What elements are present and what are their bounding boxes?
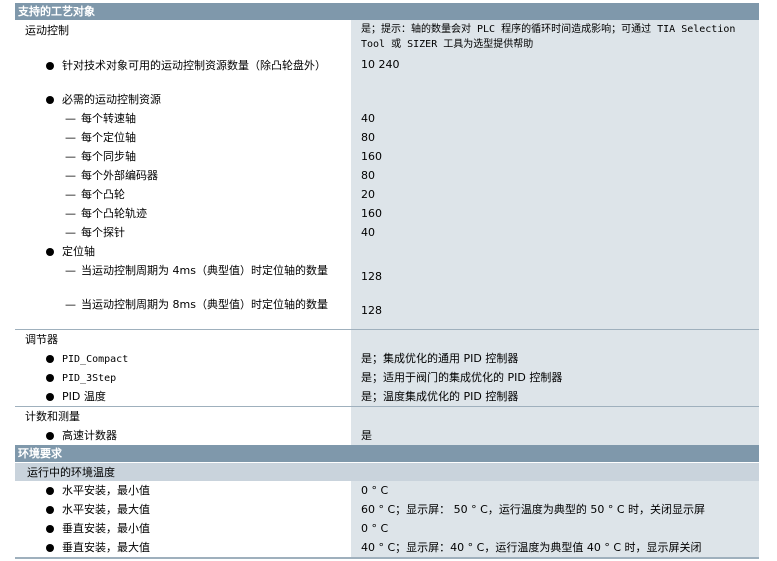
bullet-icon: [46, 525, 54, 533]
spec-value: 128: [361, 270, 382, 283]
motion-control-value: 是；提示：轴的数量会对 PLC 程序的循环时间造成影响；可通过 TIA Sele…: [361, 24, 736, 50]
spec-value: 40 ° C；显示屏：40 ° C，运行温度为典型值 40 ° C 时，显示屏关…: [361, 541, 702, 554]
sub-header-ambient-temperature: 运行中的环境温度: [15, 462, 759, 481]
spec-label: 每个外部编码器: [81, 169, 158, 182]
spec-row: 水平安装，最小值 0 ° C: [15, 481, 759, 500]
spec-table: 支持的工艺对象 运动控制 是；提示：轴的数量会对 PLC 程序的循环时间造成影响…: [15, 3, 759, 559]
spec-label: 必需的运动控制资源: [62, 93, 161, 106]
bullet-icon: [46, 544, 54, 552]
spec-row: — 每个同步轴 160: [65, 150, 382, 163]
bullet-icon: [46, 506, 54, 514]
spec-value: 128: [361, 304, 382, 317]
spec-value: 160: [361, 150, 382, 163]
spec-row: 必需的运动控制资源: [15, 90, 759, 109]
spec-label: 针对技术对象可用的运动控制资源数量（除凸轮盘外）: [62, 59, 326, 72]
spec-row: PID_Compact 是；集成优化的通用 PID 控制器: [15, 349, 759, 368]
spec-label: 垂直安装，最大值: [62, 541, 150, 554]
spec-value: 40: [361, 226, 375, 239]
spec-label: PID_3Step: [62, 373, 117, 384]
spec-row: — 每个凸轮 20: [65, 188, 375, 201]
bullet-icon: [46, 432, 54, 440]
bullet-icon: [46, 355, 54, 363]
spec-row: 高速计数器 是: [15, 426, 759, 445]
section-header-environment: 环境要求: [15, 445, 759, 462]
spec-row: 针对技术对象可用的运动控制资源数量（除凸轮盘外） 10 240: [15, 56, 759, 90]
spec-label: 定位轴: [62, 245, 95, 258]
spec-row: — 每个转速轴 40: [65, 112, 375, 125]
controller-label: 调节器: [25, 333, 58, 346]
spec-label: PID 温度: [62, 390, 106, 403]
spec-value: 是；温度集成优化的 PID 控制器: [361, 390, 519, 403]
spec-row: PID_3Step 是；适用于阀门的集成优化的 PID 控制器: [15, 368, 759, 387]
spec-value: 80: [361, 131, 375, 144]
spec-value: 80: [361, 169, 375, 182]
spec-value: 40: [361, 112, 375, 125]
spec-row: — 当运动控制周期为 8ms（典型值）时定位轴的数量 128: [65, 298, 382, 317]
group-controller: 调节器 PID_Compact 是；集成优化的通用 PID 控制器 PID_3S…: [15, 329, 759, 406]
spec-row: 垂直安装，最小值 0 ° C: [15, 519, 759, 538]
spec-row: 定位轴: [15, 242, 759, 261]
spec-row: — 每个外部编码器 80: [65, 169, 375, 182]
bullet-icon: [46, 62, 54, 70]
spec-value: 是: [361, 429, 372, 442]
spec-value: 20: [361, 188, 375, 201]
spec-label: 每个同步轴: [81, 150, 136, 163]
spec-label: 每个探针: [81, 226, 125, 239]
spec-label: 每个定位轴: [81, 131, 136, 144]
spec-label: 每个凸轮轨迹: [81, 207, 147, 220]
bullet-icon: [46, 96, 54, 104]
spec-label: 垂直安装，最小值: [62, 522, 150, 535]
spec-row: — 每个凸轮轨迹 160: [65, 207, 382, 220]
spec-label: 每个凸轮: [81, 188, 125, 201]
spec-label: 每个转速轴: [81, 112, 136, 125]
bullet-icon: [46, 248, 54, 256]
spec-value: 是；集成优化的通用 PID 控制器: [361, 352, 519, 365]
spec-label: 当运动控制周期为 4ms（典型值）时定位轴的数量: [81, 264, 328, 277]
spec-row: PID 温度 是；温度集成优化的 PID 控制器: [15, 387, 759, 406]
spec-row: — 当运动控制周期为 4ms（典型值）时定位轴的数量 128: [65, 264, 382, 283]
spec-value: 是；适用于阀门的集成优化的 PID 控制器: [361, 371, 563, 384]
spec-label: PID_Compact: [62, 354, 129, 365]
motion-control-label: 运动控制: [25, 24, 69, 37]
spec-value: 160: [361, 207, 382, 220]
spec-row: 垂直安装，最大值 40 ° C；显示屏：40 ° C，运行温度为典型值 40 °…: [15, 538, 759, 557]
spec-row: — 每个定位轴 80: [65, 131, 375, 144]
section-header-process-objects: 支持的工艺对象: [15, 3, 759, 20]
spec-row: 水平安装，最大值 60 ° C；显示屏： 50 ° C，运行温度为典型的 50 …: [15, 500, 759, 519]
bullet-icon: [46, 374, 54, 382]
counting-label: 计数和测量: [25, 410, 80, 423]
spec-value: 0 ° C: [361, 484, 389, 497]
spec-label: 水平安装，最大值: [62, 503, 150, 516]
bullet-icon: [46, 487, 54, 495]
spec-row: — 每个探针 40: [65, 226, 375, 239]
spec-value: 0 ° C: [361, 522, 389, 535]
group-counting: 计数和测量 高速计数器 是: [15, 406, 759, 445]
group-ambient-temperature: 水平安装，最小值 0 ° C 水平安装，最大值 60 ° C；显示屏： 50 °…: [15, 481, 759, 557]
group-motion-control: 运动控制 是；提示：轴的数量会对 PLC 程序的循环时间造成影响；可通过 TIA…: [15, 20, 759, 329]
spec-value: 60 ° C；显示屏： 50 ° C，运行温度为典型的 50 ° C 时，关闭显…: [361, 503, 706, 516]
bullet-icon: [46, 393, 54, 401]
table-bottom-rule: [15, 557, 759, 559]
spec-value: 10 240: [361, 58, 400, 71]
spec-label: 当运动控制周期为 8ms（典型值）时定位轴的数量: [81, 298, 328, 311]
spec-label: 高速计数器: [62, 429, 117, 442]
spec-label: 水平安装，最小值: [62, 484, 150, 497]
